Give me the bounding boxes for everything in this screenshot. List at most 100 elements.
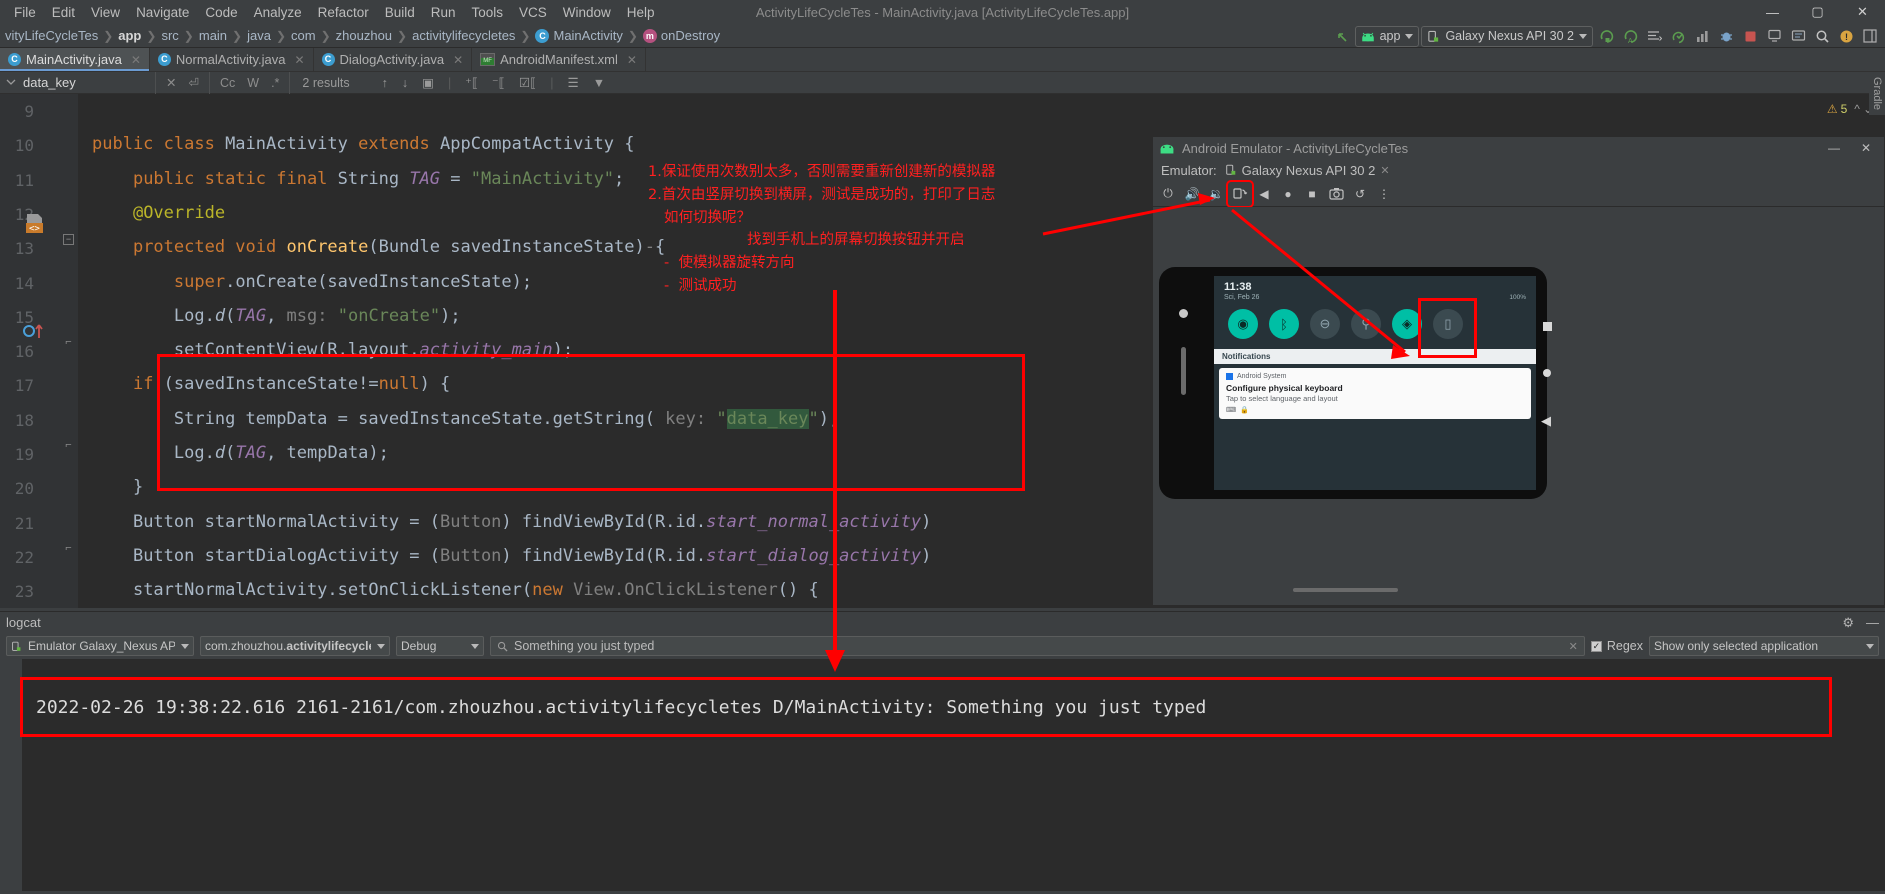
rotate-right-icon[interactable]: ◀ — [1253, 183, 1275, 205]
editor-tab-androidmanifest-xml[interactable]: AndroidManifest.xml ✕ — [472, 48, 646, 71]
menu-item-build[interactable]: Build — [377, 3, 423, 22]
breadcrumb-item-vitylifecycletes[interactable]: vityLifeCycleTes — [2, 28, 101, 43]
apply-changes-icon[interactable] — [1667, 26, 1689, 46]
power-icon[interactable]: ⏻ — [1157, 183, 1179, 205]
code-line[interactable]: @Override — [92, 204, 225, 222]
emulator-screen[interactable]: 11:38 Sci, Feb 26 100% ◉ ᛒ ⊖ ⚲ ◈ ▯ Notificati… — [1214, 276, 1536, 490]
code-line[interactable]: public class MainActivity extends AppCom… — [92, 136, 634, 153]
menu-item-edit[interactable]: Edit — [44, 3, 83, 22]
breadcrumb-item-src[interactable]: src — [158, 28, 181, 43]
volume-down-icon[interactable]: 🔉 — [1205, 183, 1227, 205]
close-icon[interactable]: ✕ — [1380, 164, 1389, 177]
code-line[interactable]: super.onCreate(savedInstanceState); — [92, 273, 532, 291]
menu-item-tools[interactable]: Tools — [464, 3, 512, 22]
remove-selection-icon[interactable]: ⁻⟦ — [492, 75, 505, 90]
breadcrumb-item-activitylifecycletes[interactable]: activitylifecycletes — [409, 28, 518, 43]
menu-item-help[interactable]: Help — [619, 3, 663, 22]
menu-item-analyze[interactable]: Analyze — [246, 3, 310, 22]
close-icon[interactable]: ✕ — [627, 53, 637, 67]
logcat-level-filter[interactable]: Debug — [396, 636, 484, 656]
back-arrow-icon[interactable] — [1331, 26, 1353, 46]
menu-item-window[interactable]: Window — [555, 3, 619, 22]
gear-icon[interactable]: ⚙ — [1842, 615, 1854, 631]
attach-debugger-icon[interactable] — [1715, 26, 1737, 46]
more-icon[interactable]: ⋮ — [1373, 183, 1395, 205]
layout-icon[interactable] — [1859, 26, 1881, 46]
find-input[interactable]: data_key — [0, 71, 156, 94]
up-arrow-icon[interactable]: ↑ — [382, 76, 388, 90]
debug-icon[interactable]: A — [1619, 26, 1641, 46]
logcat-output[interactable]: 2022-02-26 19:38:22.616 2161-2161/com.zh… — [0, 659, 1885, 891]
sdk-manager-icon[interactable] — [1787, 26, 1809, 46]
menu-item-code[interactable]: Code — [197, 3, 245, 22]
menu-item-refactor[interactable]: Refactor — [310, 3, 377, 22]
breadcrumb-item-ondestroy[interactable]: m onDestroy — [640, 28, 723, 43]
logcat-scope-filter[interactable]: Show only selected application — [1649, 636, 1879, 656]
emulator-close-button[interactable]: ✕ — [1850, 137, 1882, 159]
notification-card[interactable]: Android System Configure physical keyboa… — [1219, 368, 1531, 419]
overview-icon[interactable]: ■ — [1301, 183, 1323, 205]
history-icon[interactable]: ⏎ — [188, 75, 198, 90]
inspection-status[interactable]: ⚠ 5 ^ ⌄ — [1827, 102, 1873, 116]
wifi-tile[interactable]: ◉ — [1228, 309, 1258, 339]
tool-window-gradle[interactable]: Gradle — [1869, 72, 1885, 116]
bluetooth-tile[interactable]: ᛒ — [1269, 309, 1299, 339]
stop-icon[interactable] — [1739, 26, 1761, 46]
minimize-icon[interactable]: — — [1866, 615, 1879, 631]
breadcrumb-item-mainactivity[interactable]: C MainActivity — [532, 28, 625, 43]
override-marker-icon[interactable] — [22, 322, 48, 343]
whole-words-toggle[interactable]: W — [247, 76, 259, 90]
code-line[interactable]: } — [92, 479, 143, 496]
close-icon[interactable]: ✕ — [166, 75, 176, 90]
fold-marker[interactable]: ⌐ — [63, 439, 74, 451]
down-arrow-icon[interactable]: ↓ — [402, 76, 408, 90]
dnd-tile[interactable]: ⊖ — [1310, 309, 1340, 339]
menu-item-file[interactable]: File — [6, 3, 44, 22]
run-icon[interactable] — [1595, 26, 1617, 46]
close-icon[interactable]: ✕ — [131, 53, 141, 67]
emulator-window[interactable]: Android Emulator - ActivityLifeCycleTes … — [1152, 136, 1885, 606]
fold-marker[interactable]: ⌐ — [63, 542, 74, 554]
logcat-process-filter[interactable]: com.zhouzhou.activitylifecycletes — [200, 636, 390, 656]
code-line[interactable]: public static final String TAG = "MainAc… — [92, 170, 624, 188]
close-button[interactable]: ✕ — [1840, 0, 1885, 24]
device-selector[interactable]: Galaxy Nexus API 30 2 — [1421, 25, 1593, 47]
profiler-icon[interactable] — [1691, 26, 1713, 46]
regex-checkbox[interactable]: ✓ — [1590, 640, 1602, 652]
restore-icon[interactable]: ↺ — [1349, 183, 1371, 205]
select-all-icon[interactable]: ▣ — [422, 75, 434, 90]
editor-tab-dialogactivity-java[interactable]: C DialogActivity.java ✕ — [314, 48, 473, 71]
breadcrumb-item-app[interactable]: app — [115, 28, 144, 43]
select-occurrences-icon[interactable]: ☑⟦ — [519, 75, 536, 90]
add-selection-icon[interactable]: ⁺⟦ — [465, 75, 478, 90]
code-line[interactable]: startNormalActivity.setOnClickListener(n… — [92, 582, 819, 599]
fold-marker[interactable]: − — [63, 234, 74, 245]
minimize-button[interactable]: — — [1750, 0, 1795, 24]
emulator-device-tab[interactable]: Galaxy Nexus API 30 2 ✕ — [1225, 163, 1390, 178]
menu-item-navigate[interactable]: Navigate — [128, 3, 197, 22]
menu-item-vcs[interactable]: VCS — [511, 3, 555, 22]
breadcrumb-item-java[interactable]: java — [244, 28, 274, 43]
close-icon[interactable]: ✕ — [294, 53, 304, 67]
code-line[interactable]: Button startNormalActivity = (Button) fi… — [92, 513, 931, 531]
volume-up-icon[interactable]: 🔊 — [1181, 183, 1203, 205]
rotate-left-icon[interactable] — [1226, 179, 1254, 208]
editor-tab-mainactivity-java[interactable]: C MainActivity.java ✕ — [0, 48, 150, 71]
class-marker-icon[interactable]: <> — [24, 212, 46, 237]
logcat-regex-option[interactable]: ✓ Regex — [1590, 639, 1643, 653]
home-icon[interactable]: ● — [1277, 183, 1299, 205]
logcat-device-filter[interactable]: Emulator Galaxy_Nexus API 30 2 — [6, 636, 194, 656]
emulator-side-button-2[interactable] — [1543, 369, 1551, 377]
breadcrumb-item-zhouzhou[interactable]: zhouzhou — [333, 28, 395, 43]
menu-item-view[interactable]: View — [83, 3, 128, 22]
filter-icon[interactable]: ▼ — [593, 76, 605, 90]
code-folding-gutter[interactable]: − ⌐ ⌐ ⌐ — [60, 94, 78, 608]
maximize-button[interactable]: ▢ — [1795, 0, 1840, 24]
breadcrumb-item-main[interactable]: main — [196, 28, 230, 43]
screenshot-icon[interactable] — [1325, 183, 1347, 205]
logcat-search-input[interactable]: Something you just typed ✕ — [490, 636, 1585, 656]
search-icon[interactable] — [1811, 26, 1833, 46]
regex-toggle[interactable]: .* — [271, 76, 279, 90]
flashlight-tile[interactable]: ⚲ — [1351, 309, 1381, 339]
avd-manager-icon[interactable] — [1763, 26, 1785, 46]
